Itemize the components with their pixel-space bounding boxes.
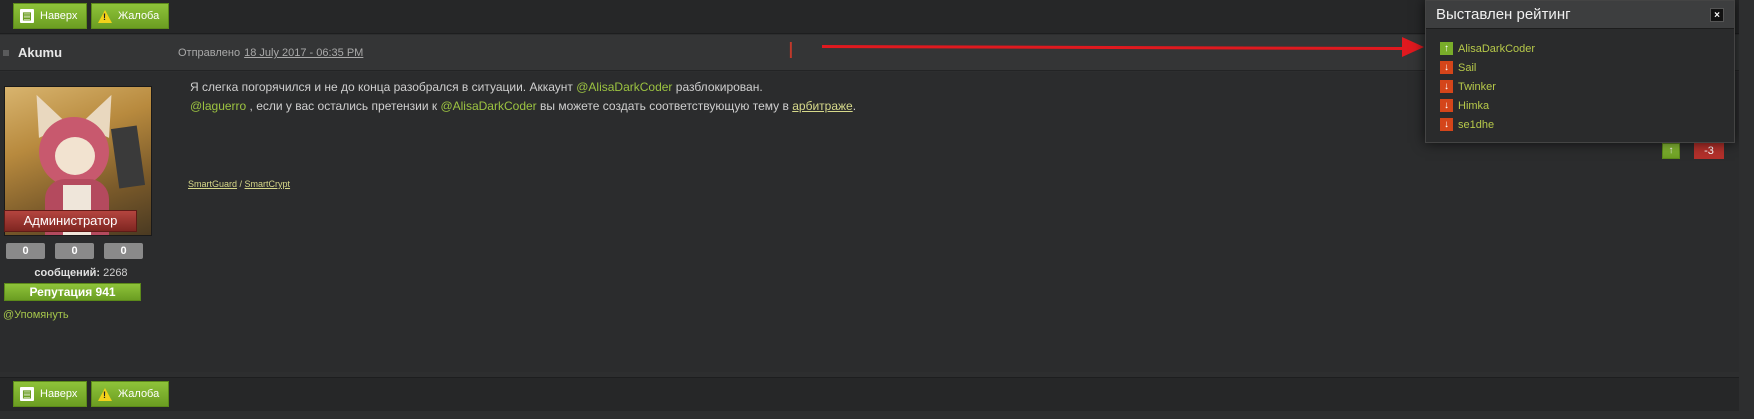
bottom-toolbar: ▤ Наверх ! Жалоба: [0, 377, 1754, 411]
arrow-down-icon: ↓: [1440, 80, 1453, 93]
vote-up-button[interactable]: ↑: [1662, 143, 1680, 159]
posted-date[interactable]: 18 July 2017 - 06:35 PM: [244, 47, 363, 59]
vote-score[interactable]: -3: [1694, 143, 1724, 159]
close-icon[interactable]: ×: [1710, 7, 1724, 22]
back-to-top-label: Наверх: [40, 10, 78, 22]
rating-user-name[interactable]: Himka: [1458, 100, 1489, 112]
rating-popup-header: Выставлен рейтинг ×: [1426, 1, 1734, 29]
post-line-1: Я слегка погорячился и не до конца разоб…: [190, 80, 763, 94]
rating-popup: Выставлен рейтинг × ↑ AlisaDarkCoder ↓ Sail…: [1425, 0, 1735, 143]
rating-item[interactable]: ↓ se1dhe: [1440, 115, 1734, 134]
rating-user-name[interactable]: Twinker: [1458, 81, 1496, 93]
author-name[interactable]: Akumu: [18, 45, 62, 60]
signature-link-smartguard[interactable]: SmartGuard: [188, 179, 237, 189]
document-icon: ▤: [20, 387, 34, 401]
rating-user-name[interactable]: Sail: [1458, 62, 1476, 74]
message-count-value: 2268: [103, 267, 128, 279]
rating-item[interactable]: ↓ Sail: [1440, 58, 1734, 77]
report-button[interactable]: ! Жалоба: [91, 3, 169, 29]
arbitration-link[interactable]: арбитраже: [792, 99, 852, 113]
arrow-down-icon: ↓: [1440, 118, 1453, 131]
rating-list: ↑ AlisaDarkCoder ↓ Sail ↓ Twinker ↓ Himka ↓ se1dh…: [1426, 29, 1734, 134]
author-sidebar: Администратор 0 0 0 сообщений: 2268 Репу…: [0, 72, 162, 372]
user-counters: 0 0 0: [6, 243, 143, 259]
user-mention[interactable]: @AlisaDarkCoder: [576, 80, 672, 94]
mention-link[interactable]: @Упомянуть: [3, 309, 69, 321]
arrow-up-icon: ↑: [1440, 42, 1453, 55]
rating-item[interactable]: ↓ Himka: [1440, 96, 1734, 115]
posted-prefix: Отправлено: [178, 47, 241, 59]
arrow-down-icon: ↓: [1440, 99, 1453, 112]
report-label: Жалоба: [118, 388, 160, 400]
post-bullet: [3, 50, 9, 56]
warning-icon: !: [98, 387, 112, 401]
rating-item[interactable]: ↑ AlisaDarkCoder: [1440, 39, 1734, 58]
back-to-top-button[interactable]: ▤ Наверх: [13, 381, 87, 407]
signature: SmartGuard / SmartCrypt: [188, 179, 291, 189]
warning-icon: !: [98, 9, 112, 23]
back-to-top-label: Наверх: [40, 388, 78, 400]
reputation-badge[interactable]: Репутация 941: [4, 283, 141, 301]
posted-info: Отправлено 18 July 2017 - 06:35 PM: [178, 47, 363, 59]
post-content: Я слегка погорячился и не до конца разоб…: [190, 78, 1390, 116]
back-to-top-button[interactable]: ▤ Наверх: [13, 3, 87, 29]
red-cursor-icon: ǀ: [788, 38, 794, 63]
report-button[interactable]: ! Жалоба: [91, 381, 169, 407]
counter-2: 0: [55, 243, 94, 259]
annotation-arrow-head: [1402, 37, 1424, 57]
rating-user-name[interactable]: se1dhe: [1458, 119, 1494, 131]
message-count-label: сообщений:: [34, 267, 101, 279]
scrollbar[interactable]: [1739, 0, 1754, 419]
signature-link-smartcrypt[interactable]: SmartCrypt: [245, 179, 291, 189]
post-line-2: @laguerro , если у вас остались претензи…: [190, 99, 857, 113]
rating-item[interactable]: ↓ Twinker: [1440, 77, 1734, 96]
counter-3: 0: [104, 243, 143, 259]
document-icon: ▤: [20, 9, 34, 23]
rating-user-name[interactable]: AlisaDarkCoder: [1458, 43, 1535, 55]
report-label: Жалоба: [118, 10, 160, 22]
counter-1: 0: [6, 243, 45, 259]
message-count: сообщений: 2268: [0, 267, 162, 279]
user-mention[interactable]: @laguerro: [190, 99, 246, 113]
role-badge: Администратор: [4, 210, 137, 232]
rating-popup-title: Выставлен рейтинг: [1436, 6, 1571, 23]
arrow-down-icon: ↓: [1440, 61, 1453, 74]
user-mention[interactable]: @AlisaDarkCoder: [440, 99, 536, 113]
